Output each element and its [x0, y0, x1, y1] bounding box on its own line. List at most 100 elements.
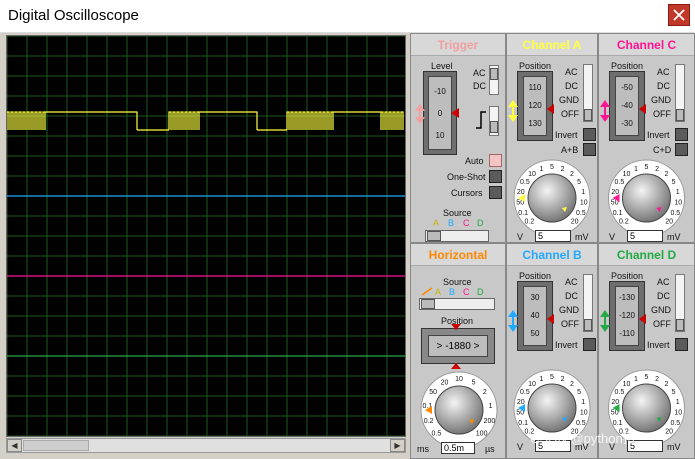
coupling-ac[interactable]: AC — [657, 67, 670, 77]
invert-button[interactable] — [675, 128, 688, 141]
dial-knob[interactable] — [527, 173, 577, 223]
trigger-coupling-switch[interactable] — [489, 65, 499, 95]
invert-label: Invert — [555, 130, 578, 140]
close-button[interactable] — [668, 4, 690, 26]
coupling-ac[interactable]: AC — [657, 277, 670, 287]
dial-tick-label: 0.1 — [518, 420, 528, 427]
trigger-source-b[interactable]: B — [448, 218, 454, 228]
coupling-ac[interactable]: AC — [565, 277, 578, 287]
dial-knob[interactable] — [622, 383, 671, 433]
coupling-off[interactable]: OFF — [561, 319, 579, 329]
coupling-gnd[interactable]: GND — [651, 95, 671, 105]
dial-tick-label: 0.1 — [518, 210, 528, 217]
horizontal-title: Horizontal — [411, 244, 505, 266]
cursors-label: Cursors — [451, 188, 483, 198]
horizontal-source-b[interactable]: B — [449, 287, 455, 297]
scroll-right-icon[interactable]: ▶ — [390, 439, 405, 452]
horizontal-source-d[interactable]: D — [477, 287, 484, 297]
position-pointer-icon — [547, 104, 554, 114]
dial-tick-label: 0.1 — [613, 210, 623, 217]
trigger-source-a[interactable]: A — [433, 218, 439, 228]
coupling-switch[interactable] — [675, 64, 685, 122]
channel-d-panel: Channel D Position -130 -120 -110 AC DC … — [598, 243, 695, 459]
dial-tick-label: 10 — [528, 171, 536, 178]
dial-tick-label: 2 — [655, 376, 659, 383]
horizontal-source-c[interactable]: C — [463, 287, 470, 297]
trigger-edge-switch[interactable] — [489, 106, 499, 136]
timebase-dial[interactable]: 0.50.20.15020 10 521200100 — [413, 366, 505, 448]
horizontal-source-slider[interactable] — [419, 298, 495, 310]
position-left-icon[interactable]: > — [437, 341, 443, 352]
level-arrow-icon[interactable] — [413, 104, 427, 124]
channel-c-panel: Channel C Position -50 -40 -30 AC DC GND… — [598, 33, 695, 243]
invert-button[interactable] — [675, 338, 688, 351]
dial-tick-label: 0.5 — [432, 431, 442, 438]
dial-tick-label: 1 — [539, 376, 543, 383]
close-icon — [673, 9, 685, 21]
dial-knob[interactable] — [622, 173, 671, 223]
dial-tick-label: 10 — [528, 381, 536, 388]
position-pointer-icon — [547, 314, 554, 324]
invert-button[interactable] — [583, 128, 596, 141]
coupling-dc[interactable]: DC — [657, 81, 670, 91]
dial-tick-label: 5 — [577, 179, 581, 186]
one-shot-button[interactable] — [489, 170, 502, 183]
position-arrow-icon[interactable] — [507, 310, 519, 332]
coupling-ac[interactable]: AC — [565, 67, 578, 77]
volts-div-dial[interactable]: 0.20.150200.5101 5 2251100.520 — [508, 154, 596, 236]
one-shot-label: One-Shot — [447, 172, 486, 182]
coupling-gnd[interactable]: GND — [559, 95, 579, 105]
window-title: Digital Oscilloscope — [8, 7, 139, 24]
cursors-button[interactable] — [489, 186, 502, 199]
dial-knob[interactable] — [527, 383, 577, 433]
trigger-source-d[interactable]: D — [477, 218, 484, 228]
position-right-icon[interactable]: > — [474, 341, 480, 352]
scroll-left-icon[interactable]: ◀ — [7, 439, 22, 452]
coupling-gnd[interactable]: GND — [559, 305, 579, 315]
ramp-icon — [421, 287, 433, 296]
coupling-switch[interactable] — [583, 64, 593, 122]
invert-button[interactable] — [583, 338, 596, 351]
trigger-source-slider[interactable] — [425, 230, 489, 242]
coupling-dc[interactable]: DC — [565, 81, 578, 91]
dial-tick-label: 10 — [674, 200, 682, 207]
dial-tick-label: 5 — [672, 179, 676, 186]
position-marker-top-icon — [451, 324, 461, 330]
coupling-switch[interactable] — [675, 274, 685, 332]
timebase-field[interactable]: 0.5m — [441, 442, 475, 454]
dial-tick-label: 200 — [484, 418, 496, 425]
volts-div-field[interactable]: 5 — [535, 230, 571, 242]
coupling-switch[interactable] — [583, 274, 593, 332]
position-pointer-icon — [639, 314, 646, 324]
horizontal-scrollbar[interactable]: ◀ ▶ — [6, 438, 406, 453]
volts-unit-right: mV — [575, 232, 589, 242]
trigger-ac-option[interactable]: AC — [473, 68, 486, 78]
position-arrow-icon[interactable] — [599, 100, 611, 122]
coupling-off[interactable]: OFF — [653, 319, 671, 329]
scroll-thumb[interactable] — [23, 440, 89, 451]
coupling-gnd[interactable]: GND — [651, 305, 671, 315]
invert-label: Invert — [647, 340, 670, 350]
horizontal-source-a[interactable]: A — [435, 287, 441, 297]
position-arrow-icon[interactable] — [507, 100, 519, 122]
dial-tick-label: 0.5 — [576, 420, 586, 427]
trigger-dc-option[interactable]: DC — [473, 81, 486, 91]
coupling-dc[interactable]: DC — [565, 291, 578, 301]
dial-tick-label: 0.5 — [520, 389, 530, 396]
dial-tick-label: 1 — [581, 399, 585, 406]
coupling-off[interactable]: OFF — [561, 109, 579, 119]
channel-position-label: Position — [519, 271, 552, 281]
trigger-title: Trigger — [411, 34, 505, 56]
dial-tick-label: 0.5 — [615, 179, 625, 186]
horizontal-position-control[interactable]: > -1880 > — [421, 328, 495, 364]
position-arrow-icon[interactable] — [599, 310, 611, 332]
dial-knob[interactable] — [434, 385, 484, 435]
coupling-dc[interactable]: DC — [657, 291, 670, 301]
dial-tick-label: 0.2 — [424, 418, 434, 425]
volts-div-field[interactable]: 5 — [627, 230, 663, 242]
volts-div-dial[interactable]: 0.20.150200.5101 5 2251100.520 — [600, 154, 693, 236]
auto-button[interactable] — [489, 154, 502, 167]
coupling-off[interactable]: OFF — [653, 109, 671, 119]
trigger-source-c[interactable]: C — [463, 218, 470, 228]
volts-unit-left: V — [609, 232, 616, 242]
